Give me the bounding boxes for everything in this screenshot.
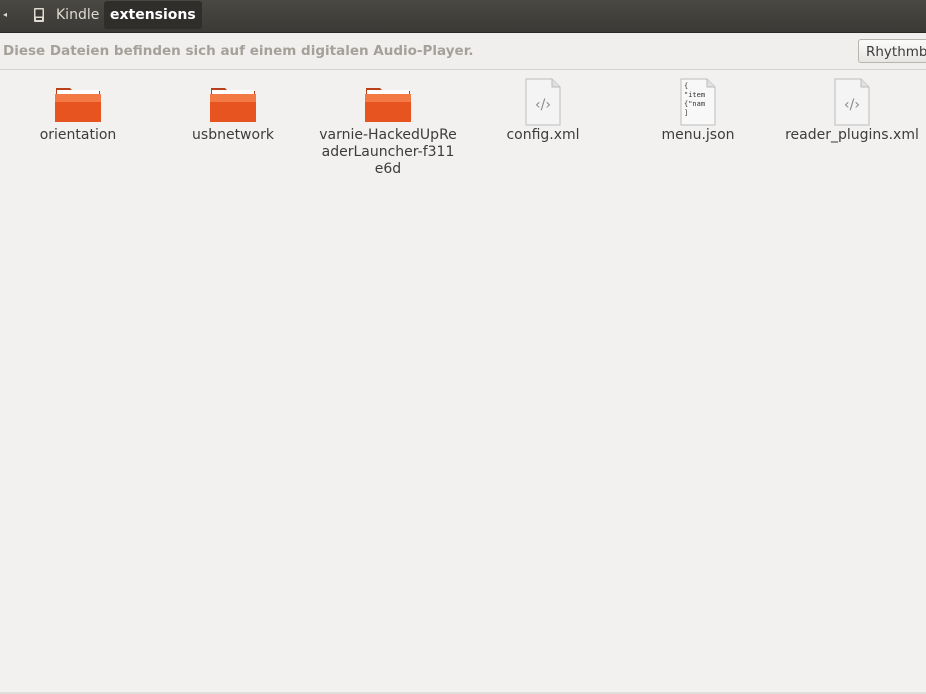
info-bar: Diese Dateien befinden sich auf einem di…	[0, 33, 926, 70]
info-message: Diese Dateien befinden sich auf einem di…	[3, 43, 474, 59]
json-preview-line: {	[684, 82, 688, 90]
file-item-orientation[interactable]: orientation	[8, 78, 148, 144]
json-preview-line: ]	[684, 109, 688, 117]
file-name: usbnetwork	[192, 127, 274, 143]
json-preview-line: "item	[684, 91, 705, 99]
xml-file-icon: ‹/›	[525, 78, 561, 126]
file-view[interactable]: orientation usbnetwork varnie-HackedUpRe…	[0, 70, 926, 694]
file-name: varnie-HackedUpReaderLauncher-f311e6d	[319, 127, 457, 177]
folder-icon	[210, 88, 256, 122]
svg-text:‹/›: ‹/›	[535, 97, 551, 113]
json-preview-line: {"nam	[684, 100, 705, 108]
json-file-icon: { "item {"nam ]	[680, 78, 716, 126]
device-icon	[34, 8, 44, 22]
back-arrow-icon[interactable]: ◂	[3, 8, 11, 22]
file-item-menu-json[interactable]: { "item {"nam ] menu.json	[628, 78, 768, 144]
svg-text:‹/›: ‹/›	[844, 97, 860, 113]
file-item-varnie[interactable]: varnie-HackedUpReaderLauncher-f311e6d	[318, 78, 458, 178]
folder-icon	[55, 88, 101, 122]
breadcrumb-extensions[interactable]: extensions	[104, 1, 202, 29]
folder-icon	[365, 88, 411, 122]
open-rhythmbox-button[interactable]: Rhythmbox öffnen	[858, 39, 926, 63]
breadcrumb-kindle[interactable]: Kindle	[28, 2, 105, 28]
file-name: menu.json	[661, 127, 735, 143]
file-item-reader-plugins-xml[interactable]: ‹/› reader_plugins.xml	[782, 78, 922, 144]
file-item-usbnetwork[interactable]: usbnetwork	[163, 78, 303, 144]
path-bar: ◂ Kindle extensions	[0, 0, 926, 33]
file-name: reader_plugins.xml	[785, 127, 919, 143]
breadcrumb-label: extensions	[110, 7, 196, 23]
file-item-config-xml[interactable]: ‹/› config.xml	[473, 78, 613, 144]
file-name: config.xml	[506, 127, 580, 143]
breadcrumb-label: Kindle	[56, 7, 100, 23]
file-name: orientation	[39, 127, 117, 143]
xml-file-icon: ‹/›	[834, 78, 870, 126]
